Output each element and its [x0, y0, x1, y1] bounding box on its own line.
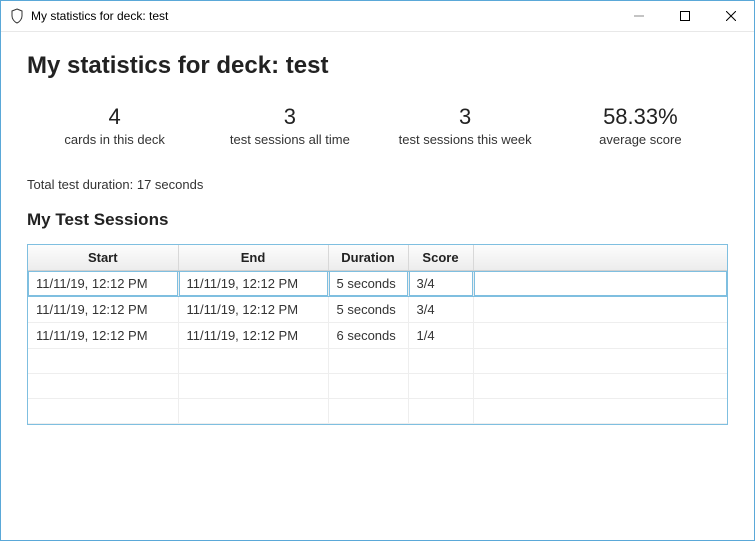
cell-end: 11/11/19, 12:12 PM: [178, 297, 328, 323]
cell-extra: [473, 271, 727, 297]
stat-label: test sessions this week: [378, 132, 553, 147]
cell-empty: [28, 374, 178, 399]
table-row-empty[interactable]: [28, 374, 727, 399]
table-row[interactable]: 11/11/19, 12:12 PM11/11/19, 12:12 PM6 se…: [28, 323, 727, 349]
maximize-button[interactable]: [662, 1, 708, 31]
cell-empty: [408, 374, 473, 399]
stat-value: 3: [378, 104, 553, 130]
table-row-empty[interactable]: [28, 399, 727, 424]
cell-duration: 6 seconds: [328, 323, 408, 349]
sessions-table: Start End Duration Score 11/11/19, 12:12…: [28, 245, 727, 424]
cell-empty: [28, 399, 178, 424]
cell-empty: [28, 349, 178, 374]
stat-label: cards in this deck: [27, 132, 202, 147]
stat-label: test sessions all time: [202, 132, 377, 147]
cell-empty: [178, 374, 328, 399]
stats-row: 4 cards in this deck 3 test sessions all…: [27, 104, 728, 147]
table-body: 11/11/19, 12:12 PM11/11/19, 12:12 PM5 se…: [28, 271, 727, 424]
cell-score: 1/4: [408, 323, 473, 349]
cell-empty: [408, 399, 473, 424]
stat-value: 58.33%: [553, 104, 728, 130]
cell-empty: [328, 399, 408, 424]
col-header-end[interactable]: End: [178, 245, 328, 271]
sessions-title: My Test Sessions: [27, 210, 728, 230]
stat-value: 3: [202, 104, 377, 130]
titlebar: My statistics for deck: test: [1, 1, 754, 32]
table-row[interactable]: 11/11/19, 12:12 PM11/11/19, 12:12 PM5 se…: [28, 271, 727, 297]
cell-empty: [473, 349, 727, 374]
stat-sessions-week: 3 test sessions this week: [378, 104, 553, 147]
window-controls: [616, 1, 754, 31]
page-title: My statistics for deck: test: [27, 52, 728, 80]
cell-start: 11/11/19, 12:12 PM: [28, 323, 178, 349]
cell-empty: [178, 399, 328, 424]
col-header-start[interactable]: Start: [28, 245, 178, 271]
stat-label: average score: [553, 132, 728, 147]
table-row-empty[interactable]: [28, 349, 727, 374]
cell-empty: [473, 374, 727, 399]
minimize-button[interactable]: [616, 1, 662, 31]
cell-empty: [328, 349, 408, 374]
stat-value: 4: [27, 104, 202, 130]
app-icon: [9, 8, 25, 24]
col-header-extra[interactable]: [473, 245, 727, 271]
cell-duration: 5 seconds: [328, 297, 408, 323]
close-button[interactable]: [708, 1, 754, 31]
cell-end: 11/11/19, 12:12 PM: [178, 271, 328, 297]
col-header-score[interactable]: Score: [408, 245, 473, 271]
window-title: My statistics for deck: test: [31, 9, 616, 23]
cell-start: 11/11/19, 12:12 PM: [28, 297, 178, 323]
sessions-table-wrap: Start End Duration Score 11/11/19, 12:12…: [27, 244, 728, 425]
content-area: My statistics for deck: test 4 cards in …: [1, 32, 754, 445]
cell-duration: 5 seconds: [328, 271, 408, 297]
cell-start: 11/11/19, 12:12 PM: [28, 271, 178, 297]
cell-end: 11/11/19, 12:12 PM: [178, 323, 328, 349]
cell-extra: [473, 323, 727, 349]
total-duration: Total test duration: 17 seconds: [27, 177, 728, 192]
cell-score: 3/4: [408, 297, 473, 323]
cell-extra: [473, 297, 727, 323]
cell-empty: [408, 349, 473, 374]
cell-empty: [328, 374, 408, 399]
stat-cards: 4 cards in this deck: [27, 104, 202, 147]
cell-empty: [178, 349, 328, 374]
cell-empty: [473, 399, 727, 424]
stat-sessions-all: 3 test sessions all time: [202, 104, 377, 147]
col-header-duration[interactable]: Duration: [328, 245, 408, 271]
stat-avg-score: 58.33% average score: [553, 104, 728, 147]
table-header: Start End Duration Score: [28, 245, 727, 271]
table-row[interactable]: 11/11/19, 12:12 PM11/11/19, 12:12 PM5 se…: [28, 297, 727, 323]
cell-score: 3/4: [408, 271, 473, 297]
